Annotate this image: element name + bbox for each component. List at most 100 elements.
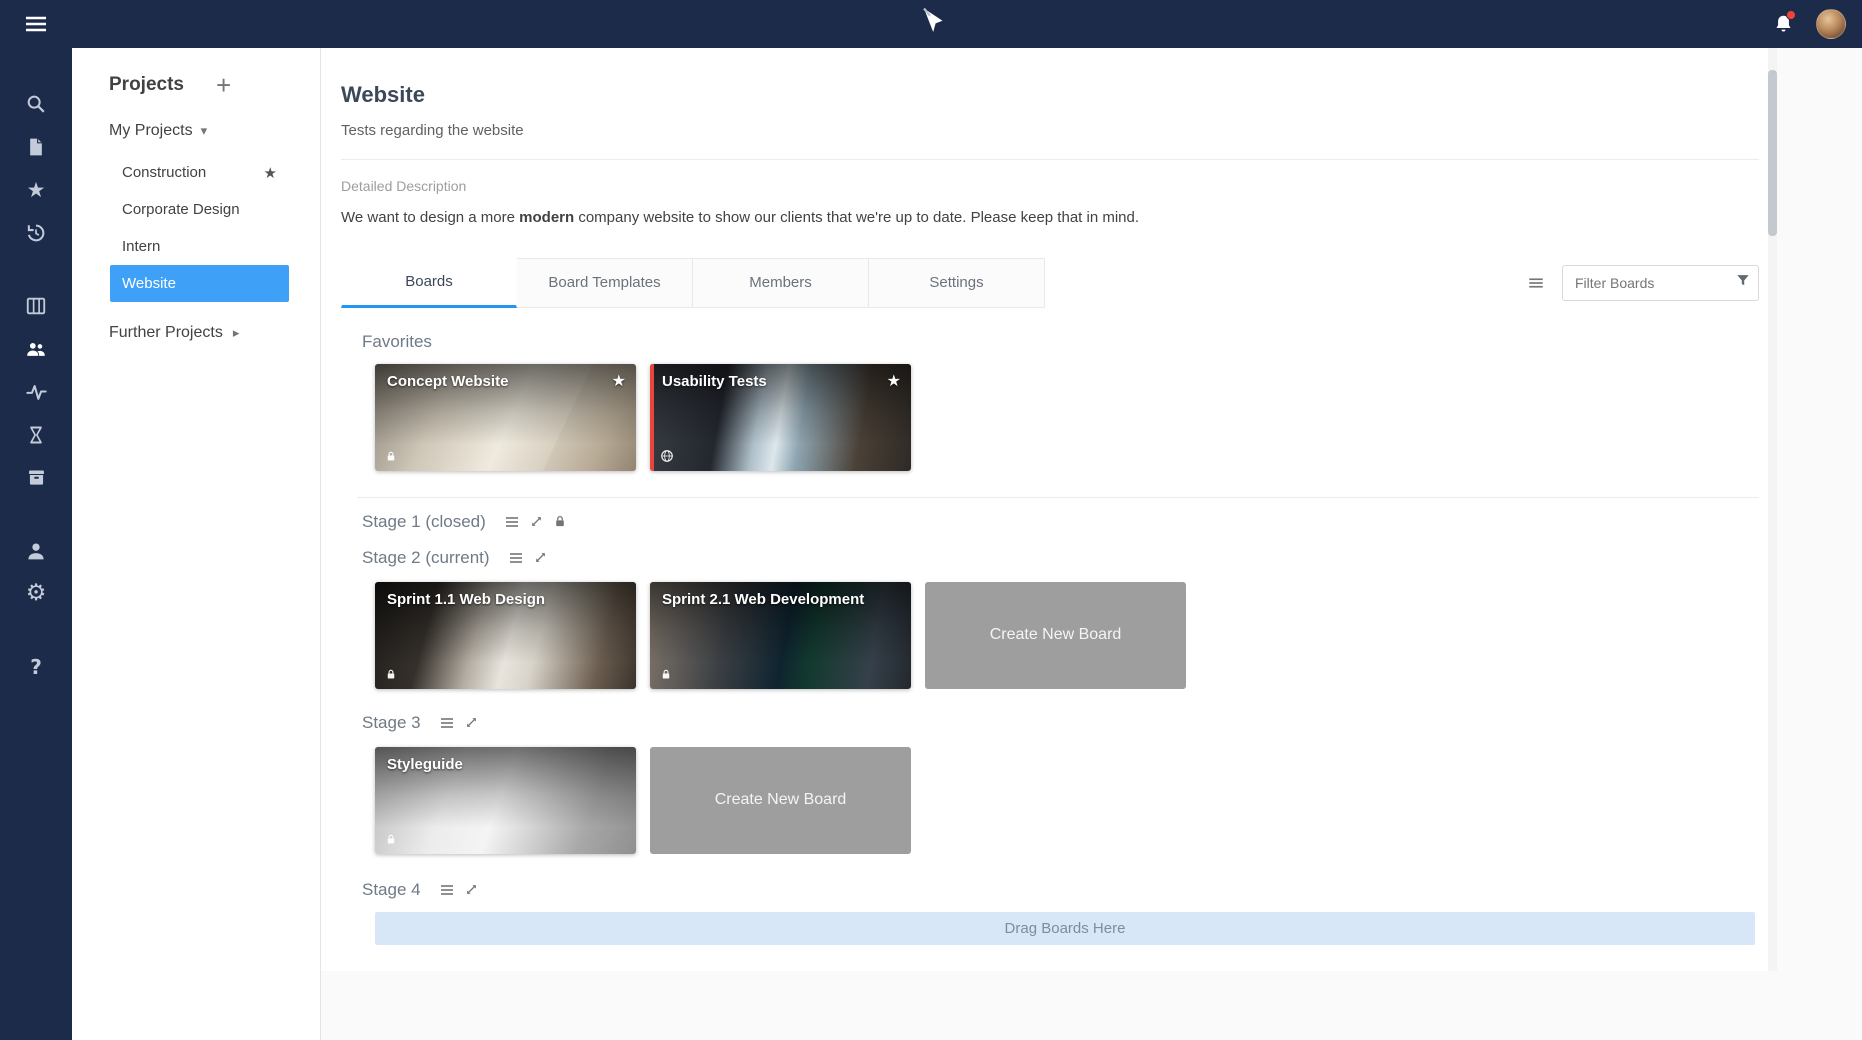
list-icon[interactable] — [508, 550, 524, 566]
stage-title: Stage 1 (closed) — [362, 512, 486, 532]
drag-boards-dropzone[interactable]: Drag Boards Here — [375, 912, 1755, 945]
lock-icon — [660, 668, 672, 681]
board-title: Concept Website — [387, 373, 606, 390]
stage-4-header: Stage 4 — [362, 880, 1759, 900]
tab-board-templates[interactable]: Board Templates — [517, 258, 693, 308]
help-icon[interactable]: ? — [0, 645, 72, 688]
scrollbar-thumb[interactable] — [1768, 70, 1777, 236]
profile-icon[interactable] — [0, 529, 72, 572]
projects-panel: Projects + My Projects ▾ Construction ★ … — [72, 48, 321, 1040]
search-icon[interactable] — [0, 82, 72, 125]
project-item-website[interactable]: Website — [110, 265, 289, 302]
list-icon[interactable] — [439, 882, 455, 898]
board-columns-icon[interactable] — [0, 284, 72, 327]
globe-icon — [660, 449, 674, 463]
project-detail-sheet: Website Tests regarding the website Deta… — [321, 48, 1777, 971]
topbar — [0, 0, 1862, 48]
project-item-label: Intern — [122, 238, 160, 255]
board-card-usability-tests[interactable]: Usability Tests ★ — [650, 364, 911, 471]
notifications-button[interactable] — [1768, 9, 1798, 39]
resize-diagonal-icon[interactable] — [464, 715, 479, 730]
star-glyph: ★ — [27, 178, 46, 202]
description-text-bold: modern — [519, 209, 574, 226]
star-icon[interactable]: ★ — [0, 168, 72, 211]
project-list: Construction ★ Corporate Design Intern W… — [72, 154, 320, 302]
tab-settings[interactable]: Settings — [869, 258, 1045, 308]
board-card-styleguide[interactable]: Styleguide — [375, 747, 636, 854]
resize-diagonal-icon[interactable] — [529, 514, 544, 529]
document-icon[interactable] — [0, 125, 72, 168]
menu-icon — [26, 16, 46, 32]
team-icon[interactable] — [0, 327, 72, 370]
board-title: Sprint 1.1 Web Design — [387, 591, 606, 608]
app-logo[interactable] — [919, 8, 943, 41]
project-item-corporate-design[interactable]: Corporate Design — [110, 191, 289, 228]
board-title: Styleguide — [387, 756, 606, 773]
project-item-label: Website — [122, 275, 176, 292]
topbar-actions — [1768, 9, 1862, 39]
lock-icon — [385, 668, 397, 681]
settings-gear-icon[interactable]: ⚙ — [0, 572, 72, 615]
add-project-button[interactable]: + — [216, 75, 231, 95]
description-label: Detailed Description — [341, 178, 1759, 194]
lock-icon[interactable] — [553, 514, 567, 529]
tab-members[interactable]: Members — [693, 258, 869, 308]
divider — [341, 159, 1759, 160]
page-title: Website — [341, 48, 1759, 108]
reorder-lines-icon[interactable] — [1526, 274, 1546, 292]
user-avatar[interactable] — [1816, 9, 1846, 39]
favorite-star-icon[interactable]: ★ — [887, 371, 901, 390]
divider — [357, 497, 1759, 498]
further-projects-group[interactable]: Further Projects ▸ — [72, 302, 320, 342]
chevron-down-icon: ▾ — [201, 124, 208, 139]
list-icon[interactable] — [504, 514, 520, 530]
archive-icon[interactable] — [0, 456, 72, 499]
project-star-icon[interactable]: ★ — [264, 164, 277, 182]
my-projects-label: My Projects — [109, 122, 193, 140]
project-item-construction[interactable]: Construction ★ — [110, 154, 289, 191]
scrollbar-track[interactable] — [1768, 48, 1777, 971]
help-glyph: ? — [30, 655, 42, 679]
stage-3-board-row: Styleguide Create New Board — [375, 747, 1759, 854]
projects-panel-title: Projects — [109, 74, 184, 96]
create-new-board-button[interactable]: Create New Board — [650, 747, 911, 854]
filter-boards-input[interactable] — [1562, 265, 1759, 301]
history-icon[interactable] — [0, 211, 72, 254]
stage-2-board-row: Sprint 1.1 Web Design Sprint 2.1 Web Dev… — [375, 582, 1759, 689]
project-item-intern[interactable]: Intern — [110, 228, 289, 265]
stage-3-header: Stage 3 — [362, 713, 1759, 733]
project-item-label: Construction — [122, 164, 206, 181]
favorite-star-icon[interactable]: ★ — [612, 371, 626, 390]
board-title: Usability Tests — [662, 373, 881, 390]
stage-2-header: Stage 2 (current) — [362, 548, 1759, 568]
page-subtitle: Tests regarding the website — [341, 122, 1759, 139]
lock-icon — [385, 833, 397, 846]
my-projects-group[interactable]: My Projects ▾ — [72, 96, 320, 140]
resize-diagonal-icon[interactable] — [533, 550, 548, 565]
notification-badge — [1786, 10, 1796, 20]
stage-title: Stage 4 — [362, 880, 421, 900]
stage-1-header: Stage 1 (closed) — [362, 512, 1759, 532]
hourglass-icon[interactable] — [0, 413, 72, 456]
stage-title: Stage 2 (current) — [362, 548, 490, 568]
tab-boards[interactable]: Boards — [341, 258, 517, 308]
further-projects-label: Further Projects — [109, 324, 223, 342]
board-card-concept-website[interactable]: Concept Website ★ — [375, 364, 636, 471]
stage-title: Stage 3 — [362, 713, 421, 733]
filter-boards-box — [1562, 265, 1759, 301]
section-title-favorites: Favorites — [362, 332, 1759, 352]
description-text: We want to design a more modern company … — [341, 208, 1759, 228]
activity-icon[interactable] — [0, 370, 72, 413]
nav-rail: ★ ⚙ ? — [0, 48, 72, 1040]
board-title: Sprint 2.1 Web Development — [662, 591, 881, 608]
board-card-sprint-2-1[interactable]: Sprint 2.1 Web Development — [650, 582, 911, 689]
menu-button[interactable] — [0, 0, 72, 48]
project-item-label: Corporate Design — [122, 201, 240, 218]
list-icon[interactable] — [439, 715, 455, 731]
board-card-sprint-1-1[interactable]: Sprint 1.1 Web Design — [375, 582, 636, 689]
chevron-right-icon: ▸ — [233, 326, 240, 341]
resize-diagonal-icon[interactable] — [464, 882, 479, 897]
description-text-part: We want to design a more — [341, 209, 519, 226]
create-new-board-button[interactable]: Create New Board — [925, 582, 1186, 689]
description-text-part: company website to show our clients that… — [574, 209, 1139, 226]
